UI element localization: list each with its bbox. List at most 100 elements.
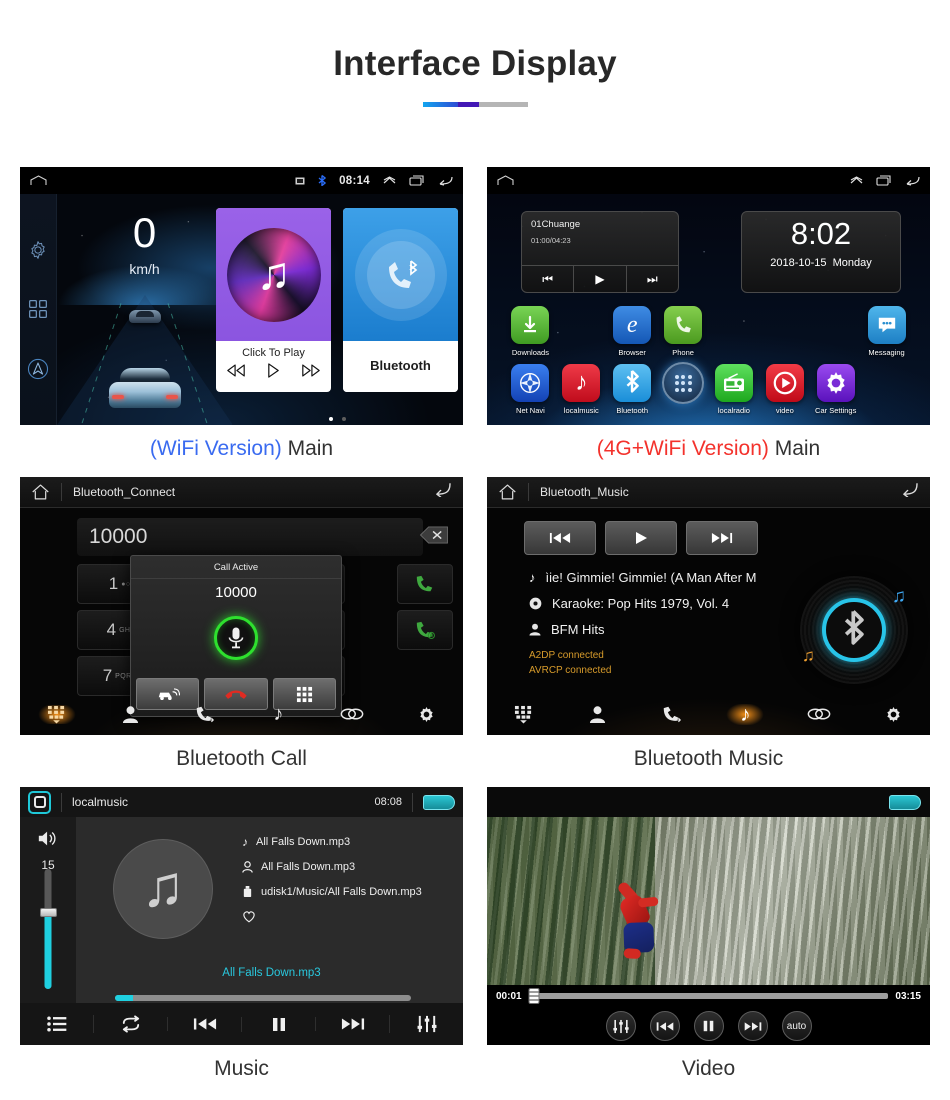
- next-button[interactable]: [315, 1017, 389, 1031]
- eject-icon[interactable]: [423, 794, 455, 810]
- auto-button[interactable]: auto: [781, 1011, 812, 1041]
- app-label: Phone: [672, 348, 694, 357]
- play-icon[interactable]: [266, 363, 281, 378]
- nav-link[interactable]: [782, 706, 856, 722]
- nav-keypad[interactable]: [20, 704, 94, 724]
- app-messaging[interactable]: Messaging: [861, 306, 912, 357]
- apps-grid-icon[interactable]: [28, 299, 48, 319]
- volume-knob[interactable]: [39, 908, 57, 917]
- screen-wifi-main[interactable]: 08:14 0 km/h ♫ Click To Play Bluetooth: [20, 167, 463, 425]
- home-icon[interactable]: [31, 483, 50, 501]
- nav-keypad[interactable]: [487, 705, 561, 724]
- volume-icon[interactable]: [37, 829, 59, 848]
- app-bluetooth[interactable]: Bluetooth: [607, 364, 658, 415]
- progress-bar[interactable]: [115, 995, 411, 1001]
- back-button[interactable]: [433, 482, 452, 502]
- dialog-title: Call Active: [131, 556, 341, 579]
- nav-call-history[interactable]: [635, 705, 709, 724]
- heart-icon[interactable]: [242, 910, 256, 923]
- home-icon[interactable]: [498, 483, 517, 501]
- microphone-button[interactable]: [214, 616, 258, 660]
- volume-slider[interactable]: [39, 869, 57, 989]
- next-button[interactable]: [737, 1011, 768, 1041]
- eject-icon[interactable]: [889, 794, 921, 810]
- screen-bluetooth-music[interactable]: Bluetooth_Music ♪ ìie! Gimmie! Gimmie! (…: [487, 477, 930, 735]
- previous-button[interactable]: [649, 1011, 680, 1041]
- chevron-up-icon[interactable]: [383, 176, 396, 185]
- page-dot[interactable]: [341, 417, 346, 421]
- music-widget[interactable]: 01Chuange 01:00/04:23 ⏮ ▶ ⏭: [521, 211, 679, 293]
- back-icon[interactable]: [433, 482, 452, 498]
- back-button[interactable]: [900, 482, 919, 502]
- app-slot-empty: [810, 306, 861, 357]
- app-downloads[interactable]: Downloads: [505, 306, 556, 357]
- nav-settings[interactable]: [389, 705, 463, 724]
- playlist-button[interactable]: [20, 1016, 93, 1032]
- clock-widget[interactable]: 8:02 2018-10-15 Monday: [741, 211, 901, 293]
- prev-icon[interactable]: ⏮: [522, 266, 573, 292]
- play-button[interactable]: [605, 521, 677, 555]
- nav-contacts[interactable]: [561, 705, 635, 724]
- app-video[interactable]: video: [759, 364, 810, 415]
- pause-button[interactable]: [693, 1011, 724, 1041]
- next-button[interactable]: [686, 521, 758, 555]
- gear-icon[interactable]: [28, 240, 48, 260]
- phone-icon: [664, 306, 703, 344]
- bluetooth-card-label: Bluetooth: [370, 358, 431, 373]
- play-icon[interactable]: ▶: [573, 266, 625, 292]
- recents-icon[interactable]: [876, 175, 891, 186]
- nav-music[interactable]: ♪: [708, 703, 783, 725]
- app-browser[interactable]: e Browser: [607, 306, 658, 357]
- caption-rest: Bluetooth Music: [633, 747, 784, 770]
- app-localmusic[interactable]: ♪ localmusic: [556, 364, 607, 415]
- chevron-up-icon[interactable]: [850, 176, 863, 185]
- music-card[interactable]: ♫ Click To Play: [216, 208, 331, 392]
- screen-music[interactable]: localmusic 08:08 15 ♫ ♪ All Falls Down.m…: [20, 787, 463, 1045]
- back-icon[interactable]: [900, 482, 919, 498]
- app-car-settings[interactable]: Car Settings: [810, 364, 861, 415]
- call-transfer-button[interactable]: [397, 610, 453, 650]
- call-button[interactable]: [397, 564, 453, 604]
- video-progress-bar[interactable]: [528, 988, 889, 1004]
- screen-4g-wifi-main[interactable]: 01Chuange 01:00/04:23 ⏮ ▶ ⏭ 8:02 2018-10…: [487, 167, 930, 425]
- prev-button[interactable]: [524, 521, 596, 555]
- screen-video[interactable]: 00:01 03:15 auto: [487, 787, 930, 1045]
- bluetooth-card[interactable]: Bluetooth: [343, 208, 458, 392]
- video-top-bar: [487, 787, 930, 817]
- back-icon[interactable]: [904, 175, 920, 186]
- recents-icon[interactable]: [409, 175, 424, 186]
- back-icon[interactable]: [437, 175, 453, 186]
- screen-bluetooth-call[interactable]: Bluetooth_Connect 1●○ 2ABC 3DEF: [20, 477, 463, 735]
- prev-icon[interactable]: [226, 364, 246, 377]
- dialed-number-field[interactable]: 10000: [77, 518, 423, 556]
- app-localradio[interactable]: localradio: [709, 364, 760, 415]
- navigation-icon[interactable]: [27, 358, 49, 380]
- app-net-navi[interactable]: Net Navi: [505, 364, 556, 415]
- file-path: udisk1/Music/All Falls Down.mp3: [261, 885, 422, 898]
- equalizer-button[interactable]: [605, 1011, 636, 1041]
- app-logo-icon[interactable]: [28, 790, 51, 814]
- nav-call-history[interactable]: [168, 705, 242, 724]
- page-dot-active[interactable]: [328, 417, 333, 421]
- pause-button[interactable]: [241, 1016, 315, 1032]
- next-icon[interactable]: ⏭: [625, 266, 678, 292]
- nav-settings[interactable]: [856, 705, 930, 724]
- backspace-button[interactable]: [419, 526, 449, 549]
- app-phone[interactable]: Phone: [658, 306, 709, 357]
- caption-rest: Main: [768, 437, 821, 460]
- video-progress-knob[interactable]: [528, 988, 540, 1004]
- next-icon[interactable]: [301, 364, 321, 377]
- connection-status: A2DP connected AVRCP connected: [529, 648, 784, 678]
- equalizer-button[interactable]: [389, 1015, 463, 1033]
- repeat-button[interactable]: [93, 1015, 167, 1033]
- dialer-body: 1●○ 2ABC 3DEF 4GHI 5JKL 6MNO 7PQRS 8TUV: [20, 508, 463, 735]
- nav-contacts[interactable]: [94, 705, 168, 724]
- home-icon[interactable]: [30, 175, 47, 186]
- nav-music[interactable]: ♪: [241, 704, 315, 724]
- app-drawer-button[interactable]: [658, 362, 709, 415]
- previous-button[interactable]: [167, 1017, 241, 1031]
- nav-link[interactable]: [315, 706, 389, 722]
- video-surface[interactable]: [487, 817, 930, 985]
- home-icon[interactable]: [497, 175, 514, 186]
- app-title: localmusic: [72, 795, 129, 809]
